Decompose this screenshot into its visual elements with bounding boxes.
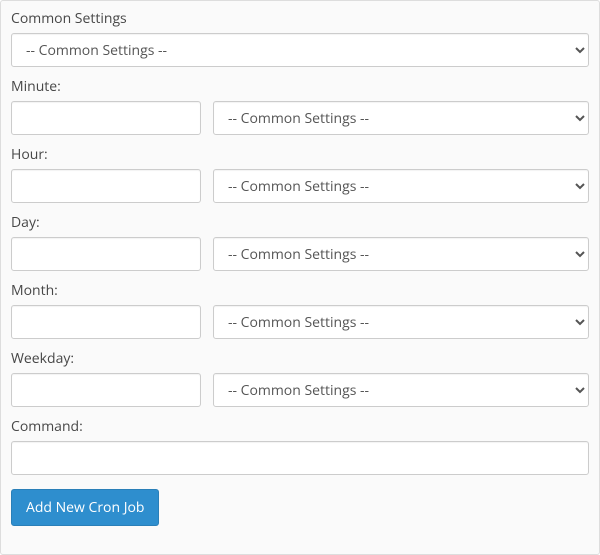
- hour-group: Hour: -- Common Settings --: [11, 145, 589, 203]
- minute-group: Minute: -- Common Settings --: [11, 77, 589, 135]
- day-label: Day:: [11, 213, 201, 232]
- common-settings-label: Common Settings: [11, 9, 589, 28]
- month-label: Month:: [11, 281, 201, 300]
- month-group: Month: -- Common Settings --: [11, 281, 589, 339]
- minute-label: Minute:: [11, 77, 201, 96]
- command-label: Command:: [11, 417, 589, 436]
- cron-job-form-panel: Common Settings -- Common Settings -- Mi…: [0, 0, 600, 555]
- day-input[interactable]: [11, 237, 201, 271]
- common-settings-group: Common Settings -- Common Settings --: [11, 9, 589, 67]
- add-new-cron-job-button[interactable]: Add New Cron Job: [11, 489, 159, 526]
- hour-label: Hour:: [11, 145, 201, 164]
- weekday-label: Weekday:: [11, 349, 201, 368]
- hour-input[interactable]: [11, 169, 201, 203]
- minute-select[interactable]: -- Common Settings --: [213, 101, 589, 135]
- hour-select[interactable]: -- Common Settings --: [213, 169, 589, 203]
- weekday-input[interactable]: [11, 373, 201, 407]
- month-input[interactable]: [11, 305, 201, 339]
- minute-input[interactable]: [11, 101, 201, 135]
- command-input[interactable]: [11, 441, 589, 475]
- month-select[interactable]: -- Common Settings --: [213, 305, 589, 339]
- weekday-select[interactable]: -- Common Settings --: [213, 373, 589, 407]
- weekday-group: Weekday: -- Common Settings --: [11, 349, 589, 407]
- command-group: Command:: [11, 417, 589, 475]
- day-select[interactable]: -- Common Settings --: [213, 237, 589, 271]
- common-settings-select[interactable]: -- Common Settings --: [11, 33, 589, 67]
- day-group: Day: -- Common Settings --: [11, 213, 589, 271]
